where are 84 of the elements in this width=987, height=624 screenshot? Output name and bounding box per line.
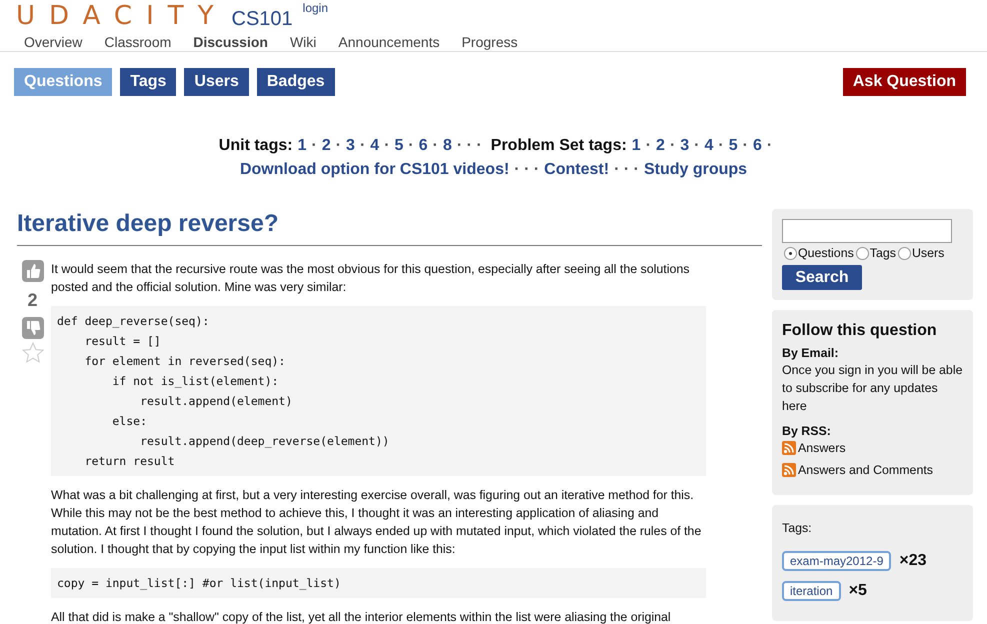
- thumbs-down-icon[interactable]: [22, 317, 44, 339]
- tab-button[interactable]: Badges: [256, 68, 335, 96]
- question-title: Iterative deep reverse?: [17, 209, 762, 246]
- code-line: result.append(deep_reverse(element)): [139, 433, 390, 450]
- tag-line-label: Unit tags:: [218, 136, 293, 156]
- tag-link[interactable]: 4: [704, 134, 714, 158]
- section-label: Tags:: [782, 521, 813, 535]
- radio-button[interactable]: [856, 246, 869, 260]
- course-title[interactable]: CS101: [232, 8, 293, 31]
- code-line: if not is_list(element):: [111, 373, 280, 390]
- code-line: return result: [84, 453, 176, 470]
- separator: ·: [742, 136, 748, 156]
- tag-count: ×23: [899, 552, 927, 570]
- search-button[interactable]: Search: [782, 265, 862, 290]
- tag-chip[interactable]: iteration: [782, 581, 841, 601]
- separator: ·: [432, 136, 438, 156]
- tag-link[interactable]: 4: [370, 134, 380, 158]
- separator: ·: [384, 136, 390, 156]
- tag-link[interactable]: Study groups: [644, 158, 748, 182]
- separator: ·: [646, 136, 652, 156]
- tag-link[interactable]: Contest!: [544, 158, 610, 182]
- feed-link[interactable]: Answers and Comments: [798, 463, 933, 477]
- separator: ·: [311, 136, 317, 156]
- tab-button[interactable]: Users: [184, 68, 249, 96]
- tag-link[interactable]: 3: [346, 134, 355, 158]
- description: Once you sign in you will be able to subscribe for any updates here: [782, 362, 963, 415]
- section-label: By Email:: [782, 345, 840, 361]
- code-line: copy = input_list[:] #or list(input_list): [57, 575, 342, 592]
- search-field[interactable]: [782, 219, 952, 243]
- tag-link[interactable]: 6: [752, 134, 762, 158]
- separator: · · ·: [514, 160, 540, 180]
- paragraph: It would seem that the recursive route was the most obvious for this question, especially after seeing all the solutions posted and the official solution. Mine was very similar:: [51, 261, 690, 296]
- tag-link[interactable]: 8: [442, 134, 452, 158]
- separator: ·: [408, 136, 414, 156]
- tag-link[interactable]: 1: [632, 134, 641, 158]
- separator: ·: [718, 136, 724, 156]
- tag-link[interactable]: 5: [728, 134, 738, 158]
- code-line: for element in reversed(seq):: [84, 353, 286, 370]
- nav-tab[interactable]: Wiki: [290, 34, 316, 51]
- tag-link[interactable]: 6: [418, 134, 428, 158]
- tag-count: ×5: [848, 582, 867, 600]
- radio-button[interactable]: [898, 246, 911, 260]
- separator: · · ·: [614, 160, 639, 180]
- code-line: else:: [111, 413, 148, 430]
- separator: ·: [694, 136, 700, 156]
- rss-icon[interactable]: [782, 441, 796, 455]
- tag-link[interactable]: 1: [298, 134, 306, 158]
- paragraph: What was a bit challenging at first, but a very interesting exercise overall, was figuring out an iterative method for this. While this may not be the best method to achieve this, I thought it was an interesting application of aliasing and mutation. At first I thought I found the solution, but I always ended up with mutated input, which violated the rules of the solution. I thought that by copying the input list within my function like this:: [51, 487, 702, 558]
- separator: ·: [336, 136, 342, 156]
- radio-label[interactable]: Questions: [798, 246, 854, 260]
- separator: ·: [670, 136, 676, 156]
- panel-title: Follow this question: [782, 322, 938, 340]
- separator: ·: [360, 136, 366, 156]
- nav-tab[interactable]: Progress: [462, 34, 518, 51]
- radio-button[interactable]: [784, 246, 797, 260]
- code-line: def deep_reverse(seq):: [57, 313, 210, 330]
- rss-icon[interactable]: [782, 463, 796, 477]
- logo[interactable]: UDACITY: [16, 2, 228, 30]
- separator: ·: [766, 136, 772, 156]
- nav-tab[interactable]: Announcements: [338, 34, 440, 51]
- radio-label[interactable]: Tags: [870, 246, 896, 260]
- tab-button[interactable]: Tags: [120, 68, 176, 96]
- code-line: result = []: [84, 333, 162, 350]
- feed-link[interactable]: Answers: [798, 441, 846, 455]
- tag-link[interactable]: Download option for CS101 videos!: [240, 158, 510, 182]
- paragraph: All that did is make a "shallow" copy of the list, yet all the interior elements within the list were aliasing the original: [51, 609, 672, 624]
- tag-link[interactable]: 2: [656, 134, 665, 158]
- radio-label[interactable]: Users: [912, 246, 944, 260]
- tag-chip[interactable]: exam-may2012-9: [782, 551, 892, 571]
- tag-link[interactable]: 5: [394, 134, 404, 158]
- vote-count: 2: [27, 290, 38, 311]
- tag-link[interactable]: 2: [322, 134, 331, 158]
- login-link[interactable]: login: [302, 1, 328, 15]
- nav-tab[interactable]: Discussion: [193, 34, 268, 51]
- thumbs-up-icon[interactable]: [22, 260, 44, 282]
- nav-tab[interactable]: Classroom: [104, 34, 172, 51]
- tag-line-label: Problem Set tags:: [490, 136, 627, 156]
- star-icon[interactable]: [20, 341, 44, 365]
- code-line: result.append(element): [139, 393, 294, 410]
- tag-link[interactable]: 3: [680, 134, 690, 158]
- separator: · · ·: [456, 136, 482, 156]
- section-label: By RSS:: [782, 423, 832, 439]
- nav-tab[interactable]: Overview: [24, 34, 82, 51]
- ask-question-button[interactable]: Ask Question: [842, 68, 966, 96]
